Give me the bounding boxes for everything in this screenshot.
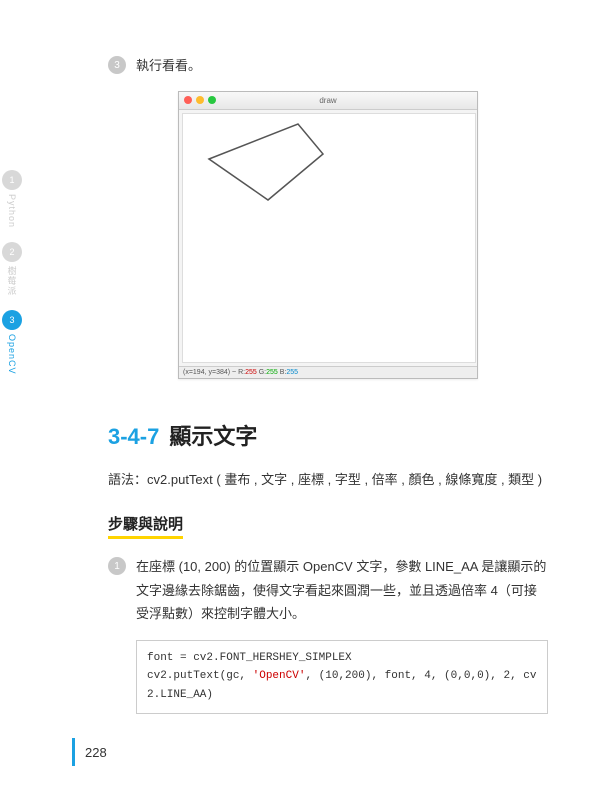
tab-raspberry[interactable]: 2 xyxy=(2,242,22,262)
maximize-icon[interactable] xyxy=(208,96,216,104)
step-row: 1 在座標 (10, 200) 的位置顯示 OpenCV 文字，參數 LINE_… xyxy=(108,555,548,625)
polygon-drawing xyxy=(183,114,477,364)
step-number-badge: 3 xyxy=(108,56,126,74)
status-r-value: 255 xyxy=(245,369,257,376)
page-number: 228 xyxy=(85,745,107,760)
close-icon[interactable] xyxy=(184,96,192,104)
polygon-shape xyxy=(209,124,323,200)
step-number-badge: 1 xyxy=(108,557,126,575)
step-text: 在座標 (10, 200) 的位置顯示 OpenCV 文字，參數 LINE_AA… xyxy=(136,555,548,625)
status-bar: (x=194, y=384) ~ R:255 G:255 B:255 xyxy=(179,366,477,378)
section-number: 3-4-7 xyxy=(108,424,159,450)
tab-python-label: Python xyxy=(7,194,17,228)
window-traffic-lights xyxy=(184,96,216,104)
tab-raspberry-label: 樹莓派 xyxy=(6,266,19,296)
syntax-line: 語法：cv2.putText ( 畫布 , 文字 , 座標 , 字型 , 倍率 … xyxy=(108,469,548,491)
status-b-value: 255 xyxy=(286,369,298,376)
steps-heading: 步驟與說明 xyxy=(108,513,183,539)
page-content: 3 執行看看。 draw (x=194, y=384) ~ R:255 G:25… xyxy=(108,54,548,714)
section-title: 顯示文字 xyxy=(169,419,257,451)
window-title: draw xyxy=(319,96,336,105)
code-block: font = cv2.FONT_HERSHEY_SIMPLEX cv2.putT… xyxy=(136,640,548,714)
syntax-code: cv2.putText ( 畫布 , 文字 , 座標 , 字型 , 倍率 , 顏… xyxy=(147,472,542,487)
chapter-tabs-sidebar: 1 Python 2 樹莓派 3 OpenCV xyxy=(0,170,24,389)
canvas-area xyxy=(182,113,476,363)
window-titlebar: draw xyxy=(179,92,477,110)
step-row: 3 執行看看。 xyxy=(108,54,548,77)
tab-opencv[interactable]: 3 xyxy=(2,310,22,330)
code-string-literal: 'OpenCV' xyxy=(253,670,306,682)
status-coords: (x=194, y=384) ~ xyxy=(183,369,238,376)
step-text: 執行看看。 xyxy=(136,54,548,77)
tab-python[interactable]: 1 xyxy=(2,170,22,190)
code-line: font = cv2.FONT_HERSHEY_SIMPLEX xyxy=(147,652,352,664)
minimize-icon[interactable] xyxy=(196,96,204,104)
status-g-value: 255 xyxy=(266,369,278,376)
syntax-prefix: 語法： xyxy=(108,472,147,487)
tab-opencv-label: OpenCV xyxy=(7,334,17,375)
page-accent-bar xyxy=(72,738,75,766)
code-line-part: cv2.putText(gc, xyxy=(147,670,253,682)
status-g-label: G: xyxy=(259,369,266,376)
steps-heading-wrap: 步驟與說明 xyxy=(108,513,548,555)
screenshot-window: draw (x=194, y=384) ~ R:255 G:255 B:255 xyxy=(178,91,478,379)
section-heading: 3-4-7 顯示文字 xyxy=(108,419,548,451)
page-footer: 228 xyxy=(72,738,107,766)
